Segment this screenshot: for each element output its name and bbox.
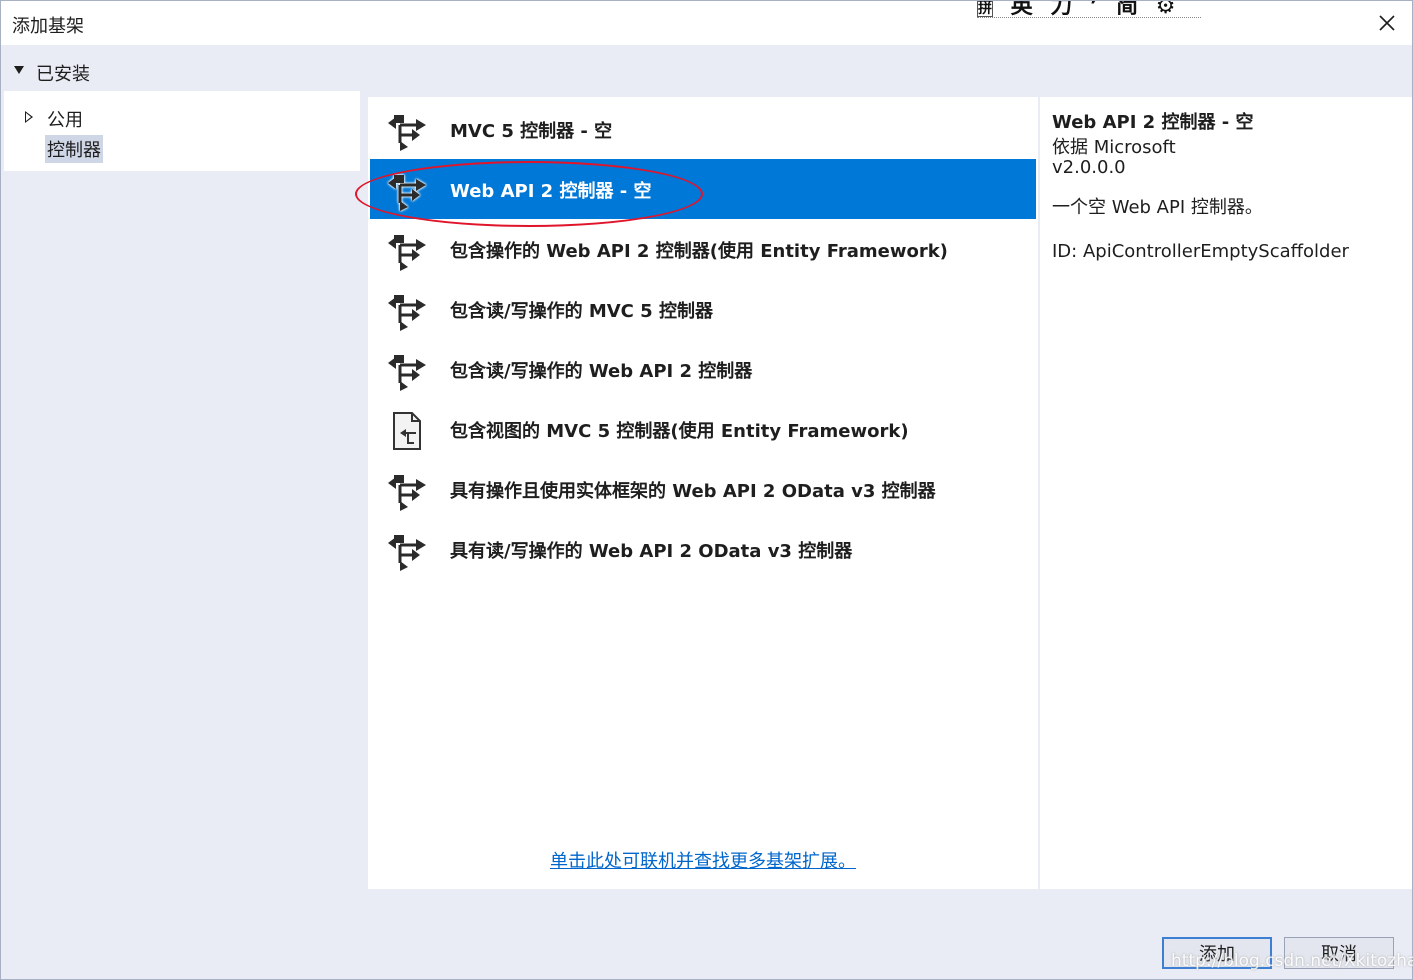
close-icon <box>1379 15 1395 31</box>
details-author: 依据 Microsoft <box>1052 137 1176 158</box>
ime-item[interactable]: 力 <box>1050 1 1072 17</box>
online-extensions-link[interactable]: 单击此处可联机并查找更多基架扩展。 <box>550 847 856 873</box>
ime-item[interactable]: 简 <box>1116 1 1138 17</box>
installed-label: 已安装 <box>36 64 90 85</box>
template-label: 包含读/写操作的 MVC 5 控制器 <box>450 301 713 322</box>
add-scaffold-dialog: 添加基架 拼 英 力 ’ 简 ⚙ 已安装 公用 控制器 MVC 5 控制器 - … <box>0 0 1413 980</box>
collapse-arrow-icon[interactable] <box>14 66 24 74</box>
template-item[interactable]: 包含视图的 MVC 5 控制器(使用 Entity Framework) <box>370 399 1036 459</box>
category-tree: 公用 控制器 <box>4 91 360 171</box>
controller-icon <box>386 471 430 511</box>
template-item[interactable]: MVC 5 控制器 - 空 <box>370 99 1036 159</box>
template-label: 包含视图的 MVC 5 控制器(使用 Entity Framework) <box>450 421 909 442</box>
ime-item[interactable]: ’ <box>1090 1 1098 17</box>
controller-icon <box>386 291 430 331</box>
tree-item-controllers[interactable]: 控制器 <box>45 135 103 163</box>
controller-icon <box>386 111 430 151</box>
details-id: ID: ApiControllerEmptyScaffolder <box>1052 241 1349 262</box>
details-title: Web API 2 控制器 - 空 <box>1052 112 1254 133</box>
dialog-title: 添加基架 <box>12 16 84 37</box>
template-item[interactable]: 具有读/写操作的 Web API 2 OData v3 控制器 <box>370 519 1036 579</box>
details-pane: Web API 2 控制器 - 空 依据 Microsoft v2.0.0.0 … <box>1040 97 1412 889</box>
ime-item[interactable]: 拼 <box>977 1 993 17</box>
ime-toolbar: 拼 英 力 ’ 简 ⚙ <box>977 1 1201 18</box>
template-label: 包含操作的 Web API 2 控制器(使用 Entity Framework) <box>450 241 948 262</box>
details-description: 一个空 Web API 控制器。 <box>1052 197 1263 218</box>
template-label: 包含读/写操作的 Web API 2 控制器 <box>450 361 753 382</box>
template-label: Web API 2 控制器 - 空 <box>450 181 652 202</box>
close-button[interactable] <box>1371 9 1403 37</box>
template-item[interactable]: 包含读/写操作的 Web API 2 控制器 <box>370 339 1036 399</box>
ime-item[interactable]: ⚙ <box>1156 1 1176 17</box>
controller-icon <box>386 171 430 211</box>
watermark: http://blog.csdn.net/Xkitozhang <box>1171 951 1413 971</box>
view-controller-icon <box>386 411 430 451</box>
expand-arrow-icon[interactable] <box>25 111 33 123</box>
template-item[interactable]: Web API 2 控制器 - 空 <box>370 159 1036 219</box>
installed-header[interactable]: 已安装 <box>1 53 501 89</box>
template-item[interactable]: 包含读/写操作的 MVC 5 控制器 <box>370 279 1036 339</box>
controller-icon <box>386 231 430 271</box>
template-label: MVC 5 控制器 - 空 <box>450 121 613 142</box>
tree-item-common[interactable]: 公用 <box>45 105 85 133</box>
template-label: 具有读/写操作的 Web API 2 OData v3 控制器 <box>450 541 853 562</box>
controller-icon <box>386 351 430 391</box>
template-item[interactable]: 具有操作且使用实体框架的 Web API 2 OData v3 控制器 <box>370 459 1036 519</box>
template-list: MVC 5 控制器 - 空 Web API 2 控制器 - 空 包含操作的 We… <box>368 97 1038 889</box>
template-label: 具有操作且使用实体框架的 Web API 2 OData v3 控制器 <box>450 481 936 502</box>
ime-item[interactable]: 英 <box>1011 1 1033 17</box>
details-version: v2.0.0.0 <box>1052 157 1126 178</box>
template-item[interactable]: 包含操作的 Web API 2 控制器(使用 Entity Framework) <box>370 219 1036 279</box>
controller-icon <box>386 531 430 571</box>
